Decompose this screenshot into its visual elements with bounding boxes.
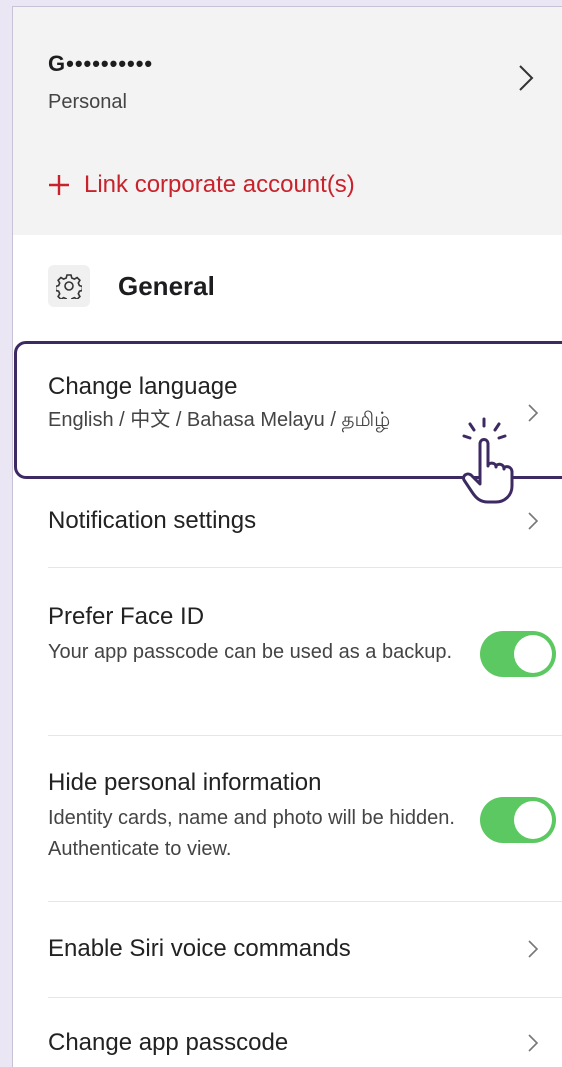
link-corporate-account-button[interactable]: Link corporate account(s) (48, 171, 355, 199)
change-app-passcode-title: Change app passcode (48, 1029, 289, 1056)
divider (48, 901, 562, 902)
account-name[interactable]: G•••••••••• (48, 51, 153, 77)
divider (48, 997, 562, 998)
prefer-face-id-title: Prefer Face ID (48, 603, 205, 630)
chevron-right-icon (527, 939, 539, 964)
settings-panel: G•••••••••• Personal Link corporate acco… (12, 6, 562, 1067)
toggle-knob (514, 635, 552, 673)
section-general-header: General (48, 265, 215, 307)
face-id-toggle[interactable] (480, 631, 556, 677)
chevron-right-icon (527, 403, 539, 428)
siri-voice-commands-row[interactable]: Enable Siri voice commands (13, 935, 562, 995)
link-corporate-label: Link corporate account(s) (84, 171, 355, 198)
plus-icon (49, 175, 69, 195)
chevron-right-icon[interactable] (517, 63, 535, 98)
siri-voice-commands-title: Enable Siri voice commands (48, 935, 351, 962)
account-type: Personal (48, 91, 127, 113)
gear-icon (48, 265, 90, 307)
prefer-face-id-row: Prefer Face ID Your app passcode can be … (13, 603, 562, 723)
pointer-hand-icon (462, 417, 514, 504)
change-language-title: Change language (48, 373, 238, 400)
prefer-face-id-subtitle: Your app passcode can be used as a backu… (48, 641, 453, 663)
divider (48, 567, 562, 568)
toggle-knob (514, 801, 552, 839)
chevron-right-icon (527, 1033, 539, 1058)
hide-personal-info-title: Hide personal information (48, 769, 322, 796)
notification-settings-row[interactable]: Notification settings (13, 507, 562, 567)
hide-personal-info-row: Hide personal information Identity cards… (13, 769, 562, 889)
account-section: G•••••••••• Personal Link corporate acco… (13, 7, 562, 235)
divider (48, 735, 562, 736)
chevron-right-icon (527, 511, 539, 536)
change-app-passcode-row[interactable]: Change app passcode (13, 1029, 562, 1067)
hide-personal-info-toggle[interactable] (480, 797, 556, 843)
section-title: General (118, 270, 215, 301)
notification-settings-title: Notification settings (48, 507, 257, 534)
hide-personal-info-subtitle: Identity cards, name and photo will be h… (48, 807, 455, 860)
